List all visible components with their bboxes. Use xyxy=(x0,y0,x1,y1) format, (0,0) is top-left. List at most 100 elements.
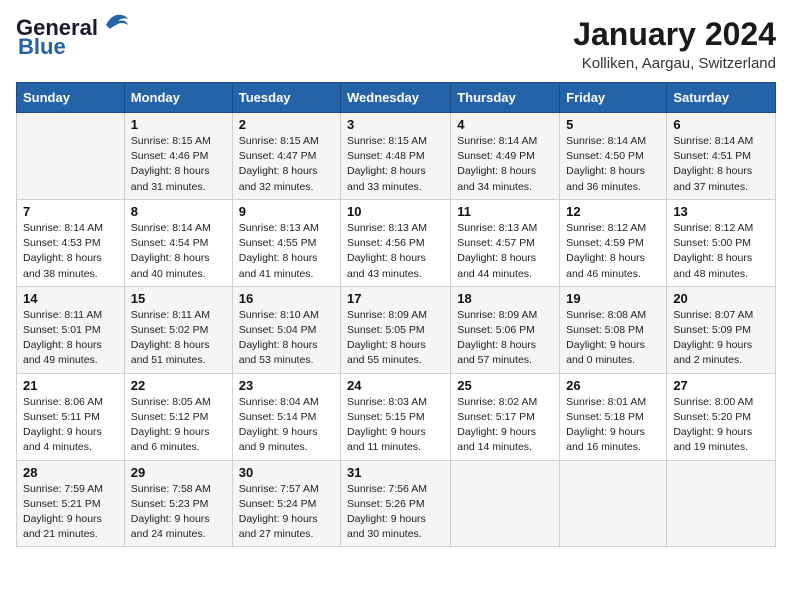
day-info: Sunrise: 8:13 AM Sunset: 4:55 PM Dayligh… xyxy=(239,221,334,282)
calendar-cell: 25 Sunrise: 8:02 AM Sunset: 5:17 PM Dayli… xyxy=(451,373,560,460)
day-info: Sunrise: 8:00 AM Sunset: 5:20 PM Dayligh… xyxy=(673,395,769,456)
day-info: Sunrise: 8:01 AM Sunset: 5:18 PM Dayligh… xyxy=(566,395,660,456)
day-number: 16 xyxy=(239,291,334,306)
calendar-cell: 15 Sunrise: 8:11 AM Sunset: 5:02 PM Dayli… xyxy=(124,286,232,373)
calendar-cell: 14Sunrise: 8:11 AM Sunset: 5:01 PM Dayli… xyxy=(17,286,125,373)
calendar-header: SundayMondayTuesdayWednesdayThursdayFrid… xyxy=(17,83,776,113)
calendar-cell xyxy=(17,113,125,200)
day-number: 10 xyxy=(347,204,444,219)
day-number: 31 xyxy=(347,465,444,480)
calendar-cell: 22Sunrise: 8:05 AM Sunset: 5:12 PM Dayli… xyxy=(124,373,232,460)
day-number: 27 xyxy=(673,378,769,393)
calendar-cell: 4 Sunrise: 8:14 AM Sunset: 4:49 PM Daylig… xyxy=(451,113,560,200)
day-header-tuesday: Tuesday xyxy=(232,83,340,113)
day-info: Sunrise: 7:56 AM Sunset: 5:26 PM Dayligh… xyxy=(347,482,444,543)
day-number: 12 xyxy=(566,204,660,219)
calendar-cell: 18Sunrise: 8:09 AM Sunset: 5:06 PM Dayli… xyxy=(451,286,560,373)
logo-blue: Blue xyxy=(18,34,66,60)
day-info: Sunrise: 8:12 AM Sunset: 5:00 PM Dayligh… xyxy=(673,221,769,282)
calendar-table: SundayMondayTuesdayWednesdayThursdayFrid… xyxy=(16,82,776,547)
calendar-body: 1Sunrise: 8:15 AM Sunset: 4:46 PM Daylig… xyxy=(17,113,776,547)
day-number: 17 xyxy=(347,291,444,306)
day-info: Sunrise: 8:13 AM Sunset: 4:56 PM Dayligh… xyxy=(347,221,444,282)
day-info: Sunrise: 8:14 AM Sunset: 4:50 PM Dayligh… xyxy=(566,134,660,195)
calendar-cell: 29 Sunrise: 7:58 AM Sunset: 5:23 PM Dayli… xyxy=(124,460,232,547)
day-number: 28 xyxy=(23,465,118,480)
day-number: 14 xyxy=(23,291,118,306)
day-header-sunday: Sunday xyxy=(17,83,125,113)
day-header-monday: Monday xyxy=(124,83,232,113)
day-number: 3 xyxy=(347,117,444,132)
day-number: 19 xyxy=(566,291,660,306)
calendar-cell: 17Sunrise: 8:09 AM Sunset: 5:05 PM Dayli… xyxy=(341,286,451,373)
day-number: 24 xyxy=(347,378,444,393)
calendar-cell: 28Sunrise: 7:59 AM Sunset: 5:21 PM Dayli… xyxy=(17,460,125,547)
calendar-week-row: 1Sunrise: 8:15 AM Sunset: 4:46 PM Daylig… xyxy=(17,113,776,200)
day-info: Sunrise: 8:06 AM Sunset: 5:11 PM Dayligh… xyxy=(23,395,118,456)
day-number: 9 xyxy=(239,204,334,219)
calendar-cell: 11Sunrise: 8:13 AM Sunset: 4:57 PM Dayli… xyxy=(451,199,560,286)
day-info: Sunrise: 8:12 AM Sunset: 4:59 PM Dayligh… xyxy=(566,221,660,282)
day-header-saturday: Saturday xyxy=(667,83,776,113)
calendar-cell: 24 Sunrise: 8:03 AM Sunset: 5:15 PM Dayli… xyxy=(341,373,451,460)
logo: General Blue xyxy=(16,16,130,60)
header: General Blue January 2024 Kolliken, Aarg… xyxy=(16,16,776,72)
day-info: Sunrise: 7:58 AM Sunset: 5:23 PM Dayligh… xyxy=(131,482,226,543)
day-info: Sunrise: 8:10 AM Sunset: 5:04 PM Dayligh… xyxy=(239,308,334,369)
calendar-cell: 31 Sunrise: 7:56 AM Sunset: 5:26 PM Dayli… xyxy=(341,460,451,547)
day-number: 23 xyxy=(239,378,334,393)
day-info: Sunrise: 8:08 AM Sunset: 5:08 PM Dayligh… xyxy=(566,308,660,369)
day-number: 8 xyxy=(131,204,226,219)
day-number: 29 xyxy=(131,465,226,480)
day-number: 4 xyxy=(457,117,553,132)
day-info: Sunrise: 8:02 AM Sunset: 5:17 PM Dayligh… xyxy=(457,395,553,456)
calendar-cell xyxy=(667,460,776,547)
day-info: Sunrise: 8:04 AM Sunset: 5:14 PM Dayligh… xyxy=(239,395,334,456)
calendar-cell: 27 Sunrise: 8:00 AM Sunset: 5:20 PM Dayli… xyxy=(667,373,776,460)
calendar-cell: 10 Sunrise: 8:13 AM Sunset: 4:56 PM Dayli… xyxy=(341,199,451,286)
day-header-friday: Friday xyxy=(560,83,667,113)
day-info: Sunrise: 8:14 AM Sunset: 4:54 PM Dayligh… xyxy=(131,221,226,282)
calendar-cell xyxy=(560,460,667,547)
day-number: 25 xyxy=(457,378,553,393)
calendar-cell: 7 Sunrise: 8:14 AM Sunset: 4:53 PM Daylig… xyxy=(17,199,125,286)
calendar-cell: 8 Sunrise: 8:14 AM Sunset: 4:54 PM Daylig… xyxy=(124,199,232,286)
day-info: Sunrise: 8:15 AM Sunset: 4:47 PM Dayligh… xyxy=(239,134,334,195)
day-number: 18 xyxy=(457,291,553,306)
calendar-cell: 2 Sunrise: 8:15 AM Sunset: 4:47 PM Daylig… xyxy=(232,113,340,200)
day-number: 15 xyxy=(131,291,226,306)
day-number: 2 xyxy=(239,117,334,132)
day-info: Sunrise: 8:14 AM Sunset: 4:49 PM Dayligh… xyxy=(457,134,553,195)
day-number: 7 xyxy=(23,204,118,219)
calendar-cell: 19 Sunrise: 8:08 AM Sunset: 5:08 PM Dayli… xyxy=(560,286,667,373)
page-title: January 2024 xyxy=(573,16,776,53)
day-number: 6 xyxy=(673,117,769,132)
day-number: 21 xyxy=(23,378,118,393)
calendar-cell: 26Sunrise: 8:01 AM Sunset: 5:18 PM Dayli… xyxy=(560,373,667,460)
day-info: Sunrise: 8:11 AM Sunset: 5:02 PM Dayligh… xyxy=(131,308,226,369)
day-number: 30 xyxy=(239,465,334,480)
title-area: January 2024 Kolliken, Aargau, Switzerla… xyxy=(573,16,776,72)
day-info: Sunrise: 8:07 AM Sunset: 5:09 PM Dayligh… xyxy=(673,308,769,369)
calendar-cell: 1Sunrise: 8:15 AM Sunset: 4:46 PM Daylig… xyxy=(124,113,232,200)
calendar-cell: 5Sunrise: 8:14 AM Sunset: 4:50 PM Daylig… xyxy=(560,113,667,200)
day-info: Sunrise: 7:57 AM Sunset: 5:24 PM Dayligh… xyxy=(239,482,334,543)
day-info: Sunrise: 8:15 AM Sunset: 4:46 PM Dayligh… xyxy=(131,134,226,195)
calendar-cell: 9 Sunrise: 8:13 AM Sunset: 4:55 PM Daylig… xyxy=(232,199,340,286)
day-header-thursday: Thursday xyxy=(451,83,560,113)
day-number: 22 xyxy=(131,378,226,393)
day-info: Sunrise: 8:14 AM Sunset: 4:51 PM Dayligh… xyxy=(673,134,769,195)
calendar-cell: 23 Sunrise: 8:04 AM Sunset: 5:14 PM Dayli… xyxy=(232,373,340,460)
day-info: Sunrise: 8:14 AM Sunset: 4:53 PM Dayligh… xyxy=(23,221,118,282)
calendar-week-row: 14Sunrise: 8:11 AM Sunset: 5:01 PM Dayli… xyxy=(17,286,776,373)
calendar-cell: 12 Sunrise: 8:12 AM Sunset: 4:59 PM Dayli… xyxy=(560,199,667,286)
calendar-week-row: 7 Sunrise: 8:14 AM Sunset: 4:53 PM Daylig… xyxy=(17,199,776,286)
calendar-cell: 16 Sunrise: 8:10 AM Sunset: 5:04 PM Dayli… xyxy=(232,286,340,373)
day-info: Sunrise: 8:13 AM Sunset: 4:57 PM Dayligh… xyxy=(457,221,553,282)
page-subtitle: Kolliken, Aargau, Switzerland xyxy=(573,55,776,72)
calendar-cell: 30 Sunrise: 7:57 AM Sunset: 5:24 PM Dayli… xyxy=(232,460,340,547)
logo-bird-icon xyxy=(102,11,130,31)
day-info: Sunrise: 8:03 AM Sunset: 5:15 PM Dayligh… xyxy=(347,395,444,456)
calendar-week-row: 28Sunrise: 7:59 AM Sunset: 5:21 PM Dayli… xyxy=(17,460,776,547)
calendar-cell: 21 Sunrise: 8:06 AM Sunset: 5:11 PM Dayli… xyxy=(17,373,125,460)
